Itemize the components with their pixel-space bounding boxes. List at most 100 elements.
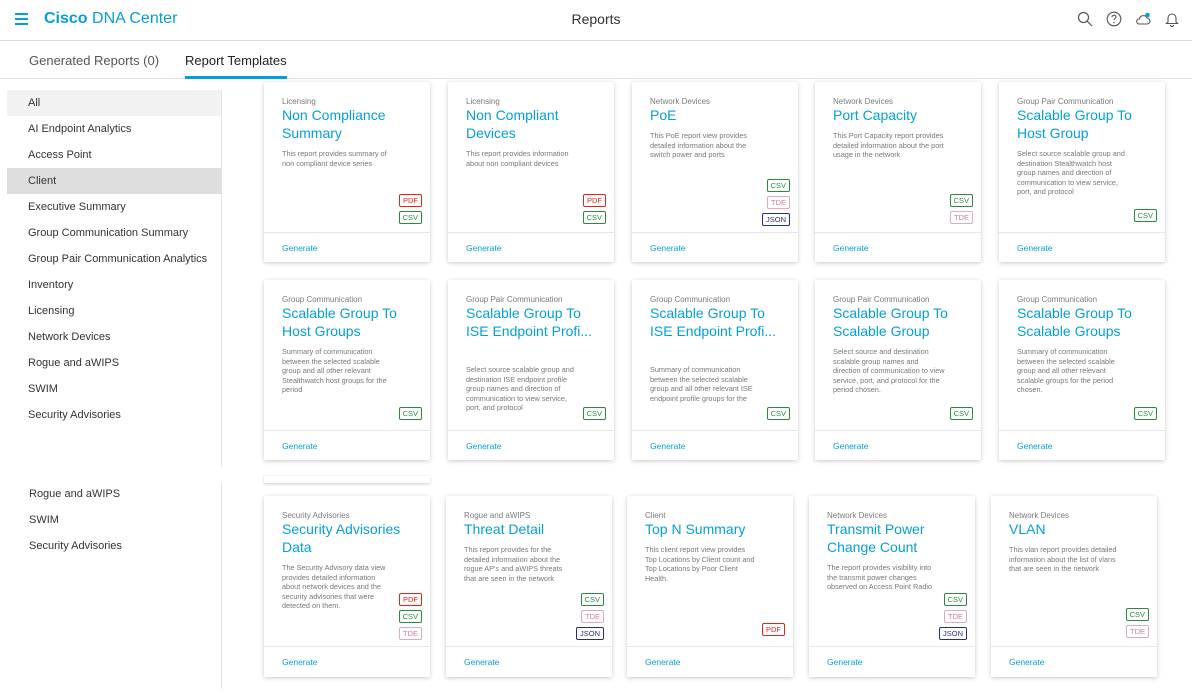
report-card[interactable]: Client Top N Summary This client report vi…: [627, 496, 793, 677]
card-category: Group Pair Communication: [833, 295, 930, 304]
report-card[interactable]: Group Pair Communication Scalable Group T…: [815, 280, 981, 460]
generate-link[interactable]: Generate: [1017, 441, 1052, 451]
sidebar-lower-item-rogue-and-awips[interactable]: Rogue and aWIPS: [8, 481, 222, 507]
card-description: This report provides summary of non comp…: [282, 149, 387, 168]
card-title[interactable]: Port Capacity: [833, 106, 973, 124]
format-badges: CSV: [398, 407, 422, 420]
card-category: Client: [645, 511, 666, 520]
report-card[interactable]: Group Communication Scalable Group To ISE…: [632, 280, 798, 460]
sidebar-item-executive-summary[interactable]: Executive Summary: [7, 194, 221, 220]
hamburger-menu-icon[interactable]: [15, 13, 28, 25]
report-card[interactable]: Network Devices Port Capacity This Port Ca…: [815, 82, 981, 262]
format-badges: PDF CSV: [398, 194, 422, 224]
card-title[interactable]: Scalable Group To ISE Endpoint Profi...: [650, 304, 790, 340]
generate-link[interactable]: Generate: [282, 657, 317, 667]
generate-link[interactable]: Generate: [1009, 657, 1044, 667]
report-card[interactable]: Group Communication Scalable Group To Hos…: [264, 280, 430, 460]
search-icon[interactable]: [1075, 9, 1095, 29]
sidebar-item-all[interactable]: All: [7, 90, 221, 116]
card-footer: Generate: [446, 646, 612, 677]
sidebar-item-group-pair-communication-analytics[interactable]: Group Pair Communication Analytics: [7, 246, 221, 272]
generate-link[interactable]: Generate: [466, 243, 501, 253]
card-category: Licensing: [282, 97, 316, 106]
sidebar-lower-item-swim[interactable]: SWIM: [8, 507, 222, 533]
card-title[interactable]: Scalable Group To Host Groups: [282, 304, 422, 340]
format-badge-csv: CSV: [582, 407, 606, 420]
tab-report-templates[interactable]: Report Templates: [185, 53, 287, 79]
format-badge-tde: TDE: [767, 196, 790, 209]
sidebar-item-rogue-and-awips[interactable]: Rogue and aWIPS: [7, 350, 221, 376]
card-title[interactable]: Transmit Power Change Count: [827, 520, 967, 556]
card-description: The Security Advisory data view provides…: [282, 563, 386, 610]
card-title[interactable]: Scalable Group To Scalable Group: [833, 304, 973, 340]
card-description: Select source and destination scalable g…: [833, 347, 945, 394]
format-badge-csv: CSV: [949, 407, 973, 420]
brand-logo[interactable]: Cisco DNA Center: [44, 10, 177, 28]
card-description: This Port Capacity report provides detai…: [833, 131, 944, 159]
card-description: This client report view provides Top Loc…: [645, 545, 755, 583]
card-footer: Generate: [264, 232, 430, 262]
generate-link[interactable]: Generate: [833, 243, 868, 253]
generate-link[interactable]: Generate: [833, 441, 868, 451]
cloud-notification-icon[interactable]: [1133, 9, 1153, 29]
report-card[interactable]: Network Devices PoE This PoE report view p…: [632, 82, 798, 262]
generate-link[interactable]: Generate: [650, 441, 685, 451]
format-badges: CSV: [949, 407, 973, 420]
card-title[interactable]: Threat Detail: [464, 520, 604, 538]
format-badge-csv: CSV: [949, 194, 973, 207]
report-card[interactable]: Network Devices Transmit Power Change Cou…: [809, 496, 975, 677]
generate-link[interactable]: Generate: [827, 657, 862, 667]
sidebar-item-ai-endpoint-analytics[interactable]: AI Endpoint Analytics: [7, 116, 221, 142]
report-card[interactable]: Group Communication Scalable Group To Sca…: [999, 280, 1165, 460]
sidebar-item-client[interactable]: Client: [7, 168, 221, 194]
report-card[interactable]: Security Advisories Security Advisories D…: [264, 496, 430, 677]
report-card[interactable]: Network Devices VLAN This vlan report prov…: [991, 496, 1157, 677]
card-title[interactable]: Non Compliance Summary: [282, 106, 422, 142]
sidebar-item-access-point[interactable]: Access Point: [7, 142, 221, 168]
format-badge-csv: CSV: [398, 407, 422, 420]
generate-link[interactable]: Generate: [466, 441, 501, 451]
sidebar-item-inventory[interactable]: Inventory: [7, 272, 221, 298]
generate-link[interactable]: Generate: [1017, 243, 1052, 253]
card-footer: Generate: [448, 232, 614, 262]
card-title[interactable]: Scalable Group To Host Group: [1017, 106, 1157, 142]
card-title[interactable]: Scalable Group To Scalable Groups: [1017, 304, 1157, 340]
generate-link[interactable]: Generate: [282, 441, 317, 451]
card-category: Group Pair Communication: [1017, 97, 1114, 106]
generate-link[interactable]: Generate: [282, 243, 317, 253]
sidebar-item-network-devices[interactable]: Network Devices: [7, 324, 221, 350]
sidebar-lower-item-security-advisories[interactable]: Security Advisories: [8, 533, 222, 559]
card-description: Summary of communication between the sel…: [282, 347, 387, 394]
generate-link[interactable]: Generate: [464, 657, 499, 667]
card-title[interactable]: Top N Summary: [645, 520, 785, 538]
format-badges: CSV TDE JSON: [938, 593, 967, 640]
card-title[interactable]: VLAN: [1009, 520, 1149, 538]
card-footer: Generate: [815, 232, 981, 262]
help-icon[interactable]: [1104, 9, 1124, 29]
card-category: Network Devices: [827, 511, 888, 520]
sidebar-item-group-communication-summary[interactable]: Group Communication Summary: [7, 220, 221, 246]
sidebar-item-security-advisories[interactable]: Security Advisories: [7, 402, 221, 428]
card-title[interactable]: PoE: [650, 106, 790, 124]
partial-card-edge: [264, 476, 430, 483]
report-card[interactable]: Group Pair Communication Scalable Group T…: [448, 280, 614, 460]
card-category: Group Communication: [282, 295, 363, 304]
format-badges: CSV TDE JSON: [575, 593, 604, 640]
report-card[interactable]: Licensing Non Compliant Devices This repor…: [448, 82, 614, 262]
format-badge-csv: CSV: [580, 593, 604, 606]
generate-link[interactable]: Generate: [650, 243, 685, 253]
tab-generated-reports[interactable]: Generated Reports (0): [29, 53, 159, 68]
report-card[interactable]: Licensing Non Compliance Summary This repo…: [264, 82, 430, 262]
format-badge-json: JSON: [938, 627, 967, 640]
generate-link[interactable]: Generate: [645, 657, 680, 667]
card-title[interactable]: Non Compliant Devices: [466, 106, 606, 142]
report-card[interactable]: Group Pair Communication Scalable Group T…: [999, 82, 1165, 262]
report-card[interactable]: Rogue and aWIPS Threat Detail This report …: [446, 496, 612, 677]
card-title[interactable]: Scalable Group To ISE Endpoint Profi...: [466, 304, 606, 340]
sidebar-item-swim[interactable]: SWIM: [7, 376, 221, 402]
card-title[interactable]: Security Advisories Data: [282, 520, 422, 556]
bell-icon[interactable]: [1162, 9, 1182, 29]
sidebar-item-licensing[interactable]: Licensing: [7, 298, 221, 324]
card-category: Network Devices: [833, 97, 894, 106]
card-footer: Generate: [999, 430, 1165, 460]
